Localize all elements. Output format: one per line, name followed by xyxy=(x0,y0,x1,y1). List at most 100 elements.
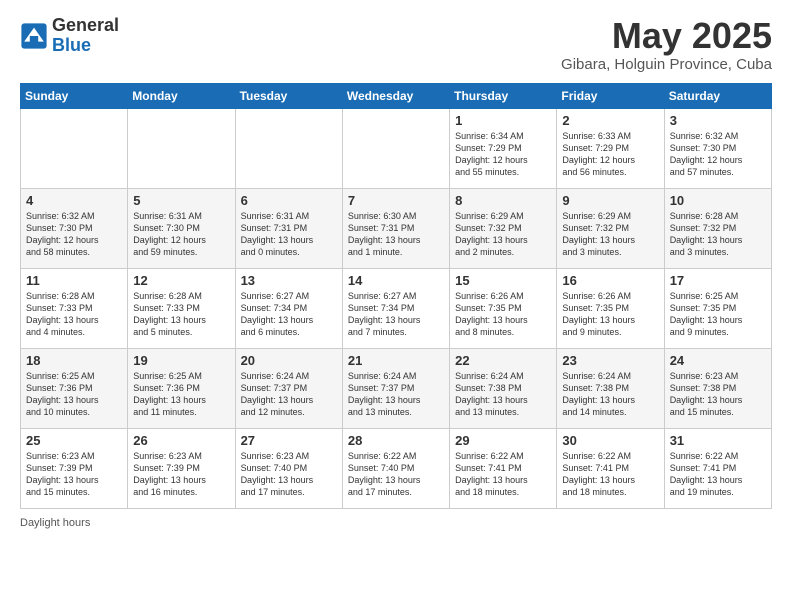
day-info: Sunrise: 6:29 AM Sunset: 7:32 PM Dayligh… xyxy=(562,210,658,259)
calendar-cell xyxy=(235,108,342,188)
calendar-cell: 28 Sunrise: 6:22 AM Sunset: 7:40 PM Dayli… xyxy=(342,428,449,508)
weekday-header-friday: Friday xyxy=(557,83,664,108)
day-info: Sunrise: 6:22 AM Sunset: 7:41 PM Dayligh… xyxy=(455,450,551,499)
day-info: Sunrise: 6:28 AM Sunset: 7:33 PM Dayligh… xyxy=(133,290,229,339)
day-info: Sunrise: 6:26 AM Sunset: 7:35 PM Dayligh… xyxy=(455,290,551,339)
calendar-cell xyxy=(21,108,128,188)
day-info: Sunrise: 6:26 AM Sunset: 7:35 PM Dayligh… xyxy=(562,290,658,339)
day-number: 4 xyxy=(26,193,122,208)
day-info: Sunrise: 6:32 AM Sunset: 7:30 PM Dayligh… xyxy=(26,210,122,259)
day-info: Sunrise: 6:30 AM Sunset: 7:31 PM Dayligh… xyxy=(348,210,444,259)
day-number: 7 xyxy=(348,193,444,208)
day-number: 8 xyxy=(455,193,551,208)
day-info: Sunrise: 6:32 AM Sunset: 7:30 PM Dayligh… xyxy=(670,130,766,179)
day-info: Sunrise: 6:31 AM Sunset: 7:31 PM Dayligh… xyxy=(241,210,337,259)
calendar-cell: 24Sunrise: 6:23 AM Sunset: 7:38 PM Dayli… xyxy=(664,348,771,428)
logo-general-text: General xyxy=(52,16,119,36)
calendar-subtitle: Gibara, Holguin Province, Cuba xyxy=(561,56,772,73)
day-info: Sunrise: 6:27 AM Sunset: 7:34 PM Dayligh… xyxy=(348,290,444,339)
day-info: Sunrise: 6:22 AM Sunset: 7:41 PM Dayligh… xyxy=(562,450,658,499)
day-number: 16 xyxy=(562,273,658,288)
calendar-cell: 20 Sunrise: 6:24 AM Sunset: 7:37 PM Dayli… xyxy=(235,348,342,428)
calendar-title: May 2025 xyxy=(561,16,772,56)
day-info: Sunrise: 6:33 AM Sunset: 7:29 PM Dayligh… xyxy=(562,130,658,179)
weekday-header-wednesday: Wednesday xyxy=(342,83,449,108)
week-row-4: 18 Sunrise: 6:25 AM Sunset: 7:36 PM Dayli… xyxy=(21,348,772,428)
day-number: 14 xyxy=(348,273,444,288)
day-number: 23 xyxy=(562,353,658,368)
weekday-header-sunday: Sunday xyxy=(21,83,128,108)
calendar-cell: 23 Sunrise: 6:24 AM Sunset: 7:38 PM Dayli… xyxy=(557,348,664,428)
day-number: 18 xyxy=(26,353,122,368)
logo: General Blue xyxy=(20,16,119,56)
day-info: Sunrise: 6:25 AM Sunset: 7:36 PM Dayligh… xyxy=(26,370,122,419)
day-number: 2 xyxy=(562,113,658,128)
calendar-cell: 10Sunrise: 6:28 AM Sunset: 7:32 PM Dayli… xyxy=(664,188,771,268)
daylight-label: Daylight hours xyxy=(20,517,90,529)
day-info: Sunrise: 6:22 AM Sunset: 7:41 PM Dayligh… xyxy=(670,450,766,499)
calendar-cell: 27Sunrise: 6:23 AM Sunset: 7:40 PM Dayli… xyxy=(235,428,342,508)
calendar-cell: 22Sunrise: 6:24 AM Sunset: 7:38 PM Dayli… xyxy=(450,348,557,428)
day-number: 22 xyxy=(455,353,551,368)
header: General Blue May 2025 Gibara, Holguin Pr… xyxy=(20,16,772,73)
day-number: 12 xyxy=(133,273,229,288)
calendar-table: SundayMondayTuesdayWednesdayThursdayFrid… xyxy=(20,83,772,509)
day-info: Sunrise: 6:25 AM Sunset: 7:35 PM Dayligh… xyxy=(670,290,766,339)
day-number: 3 xyxy=(670,113,766,128)
calendar-cell: 25 Sunrise: 6:23 AM Sunset: 7:39 PM Dayli… xyxy=(21,428,128,508)
calendar-cell: 4 Sunrise: 6:32 AM Sunset: 7:30 PM Daylig… xyxy=(21,188,128,268)
day-number: 9 xyxy=(562,193,658,208)
day-number: 13 xyxy=(241,273,337,288)
calendar-cell: 31 Sunrise: 6:22 AM Sunset: 7:41 PM Dayli… xyxy=(664,428,771,508)
title-block: May 2025 Gibara, Holguin Province, Cuba xyxy=(561,16,772,73)
calendar-cell: 21Sunrise: 6:24 AM Sunset: 7:37 PM Dayli… xyxy=(342,348,449,428)
day-number: 5 xyxy=(133,193,229,208)
calendar-cell xyxy=(342,108,449,188)
week-row-2: 4 Sunrise: 6:32 AM Sunset: 7:30 PM Daylig… xyxy=(21,188,772,268)
calendar-cell: 8 Sunrise: 6:29 AM Sunset: 7:32 PM Daylig… xyxy=(450,188,557,268)
day-info: Sunrise: 6:28 AM Sunset: 7:33 PM Dayligh… xyxy=(26,290,122,339)
day-info: Sunrise: 6:29 AM Sunset: 7:32 PM Dayligh… xyxy=(455,210,551,259)
weekday-header-monday: Monday xyxy=(128,83,235,108)
day-info: Sunrise: 6:34 AM Sunset: 7:29 PM Dayligh… xyxy=(455,130,551,179)
logo-text: General Blue xyxy=(52,16,119,56)
day-info: Sunrise: 6:23 AM Sunset: 7:39 PM Dayligh… xyxy=(133,450,229,499)
calendar-cell: 17Sunrise: 6:25 AM Sunset: 7:35 PM Dayli… xyxy=(664,268,771,348)
calendar-cell: 11 Sunrise: 6:28 AM Sunset: 7:33 PM Dayli… xyxy=(21,268,128,348)
calendar-cell: 3 Sunrise: 6:32 AM Sunset: 7:30 PM Daylig… xyxy=(664,108,771,188)
day-info: Sunrise: 6:24 AM Sunset: 7:37 PM Dayligh… xyxy=(241,370,337,419)
day-number: 15 xyxy=(455,273,551,288)
day-number: 28 xyxy=(348,433,444,448)
day-number: 30 xyxy=(562,433,658,448)
week-row-1: 1 Sunrise: 6:34 AM Sunset: 7:29 PM Daylig… xyxy=(21,108,772,188)
calendar-cell: 5Sunrise: 6:31 AM Sunset: 7:30 PM Daylig… xyxy=(128,188,235,268)
day-number: 27 xyxy=(241,433,337,448)
page: General Blue May 2025 Gibara, Holguin Pr… xyxy=(0,0,792,612)
week-row-3: 11 Sunrise: 6:28 AM Sunset: 7:33 PM Dayli… xyxy=(21,268,772,348)
day-number: 25 xyxy=(26,433,122,448)
calendar-cell: 14 Sunrise: 6:27 AM Sunset: 7:34 PM Dayli… xyxy=(342,268,449,348)
calendar-cell: 18 Sunrise: 6:25 AM Sunset: 7:36 PM Dayli… xyxy=(21,348,128,428)
day-info: Sunrise: 6:23 AM Sunset: 7:38 PM Dayligh… xyxy=(670,370,766,419)
day-number: 21 xyxy=(348,353,444,368)
calendar-cell: 2 Sunrise: 6:33 AM Sunset: 7:29 PM Daylig… xyxy=(557,108,664,188)
calendar-cell: 1 Sunrise: 6:34 AM Sunset: 7:29 PM Daylig… xyxy=(450,108,557,188)
weekday-header-tuesday: Tuesday xyxy=(235,83,342,108)
day-number: 29 xyxy=(455,433,551,448)
day-number: 31 xyxy=(670,433,766,448)
weekday-header-saturday: Saturday xyxy=(664,83,771,108)
day-number: 1 xyxy=(455,113,551,128)
day-info: Sunrise: 6:27 AM Sunset: 7:34 PM Dayligh… xyxy=(241,290,337,339)
footer: Daylight hours xyxy=(20,517,772,529)
day-number: 6 xyxy=(241,193,337,208)
day-info: Sunrise: 6:23 AM Sunset: 7:39 PM Dayligh… xyxy=(26,450,122,499)
calendar-cell: 12 Sunrise: 6:28 AM Sunset: 7:33 PM Dayli… xyxy=(128,268,235,348)
day-number: 11 xyxy=(26,273,122,288)
day-info: Sunrise: 6:22 AM Sunset: 7:40 PM Dayligh… xyxy=(348,450,444,499)
logo-blue-text: Blue xyxy=(52,36,119,56)
calendar-cell: 30 Sunrise: 6:22 AM Sunset: 7:41 PM Dayli… xyxy=(557,428,664,508)
calendar-cell xyxy=(128,108,235,188)
day-info: Sunrise: 6:24 AM Sunset: 7:38 PM Dayligh… xyxy=(562,370,658,419)
day-number: 20 xyxy=(241,353,337,368)
calendar-cell: 13 Sunrise: 6:27 AM Sunset: 7:34 PM Dayli… xyxy=(235,268,342,348)
